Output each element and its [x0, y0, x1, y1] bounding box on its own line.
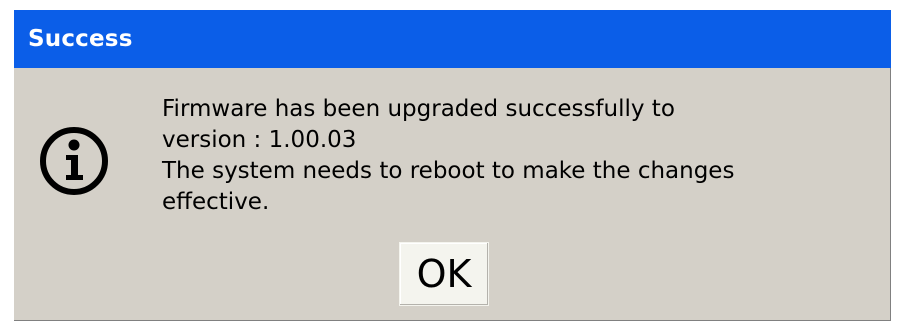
success-dialog: Success Firmware has been upgraded succe…	[0, 0, 897, 323]
ok-button[interactable]: OK	[399, 242, 489, 306]
dialog-title: Success	[28, 26, 133, 52]
message-line: version : 1.00.03	[162, 127, 357, 153]
message-line: The system needs to reboot to make the c…	[162, 158, 735, 184]
title-bar[interactable]: Success	[14, 10, 891, 68]
dialog-body: Firmware has been upgraded successfully …	[14, 68, 891, 321]
info-icon	[40, 127, 108, 195]
dialog-message: Firmware has been upgraded successfully …	[162, 94, 882, 218]
message-line: effective.	[162, 189, 270, 215]
message-line: Firmware has been upgraded successfully …	[162, 96, 675, 122]
